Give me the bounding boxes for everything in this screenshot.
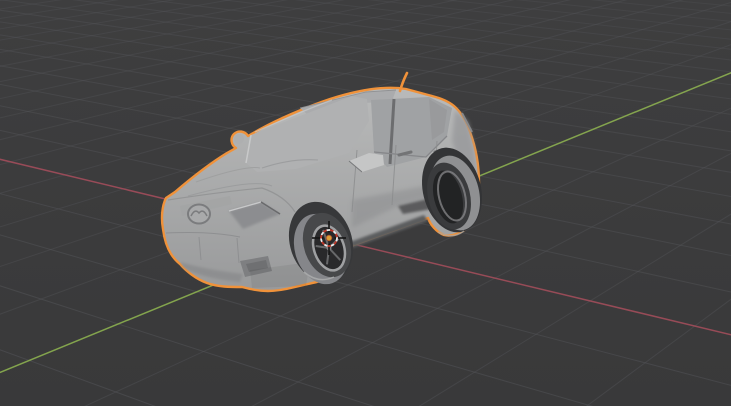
cursor-center-dot: [325, 234, 333, 242]
car-mirror-far: [234, 134, 244, 144]
viewport-canvas[interactable]: [0, 0, 731, 406]
car-logo: [187, 203, 211, 225]
viewport-3d[interactable]: [0, 0, 731, 406]
